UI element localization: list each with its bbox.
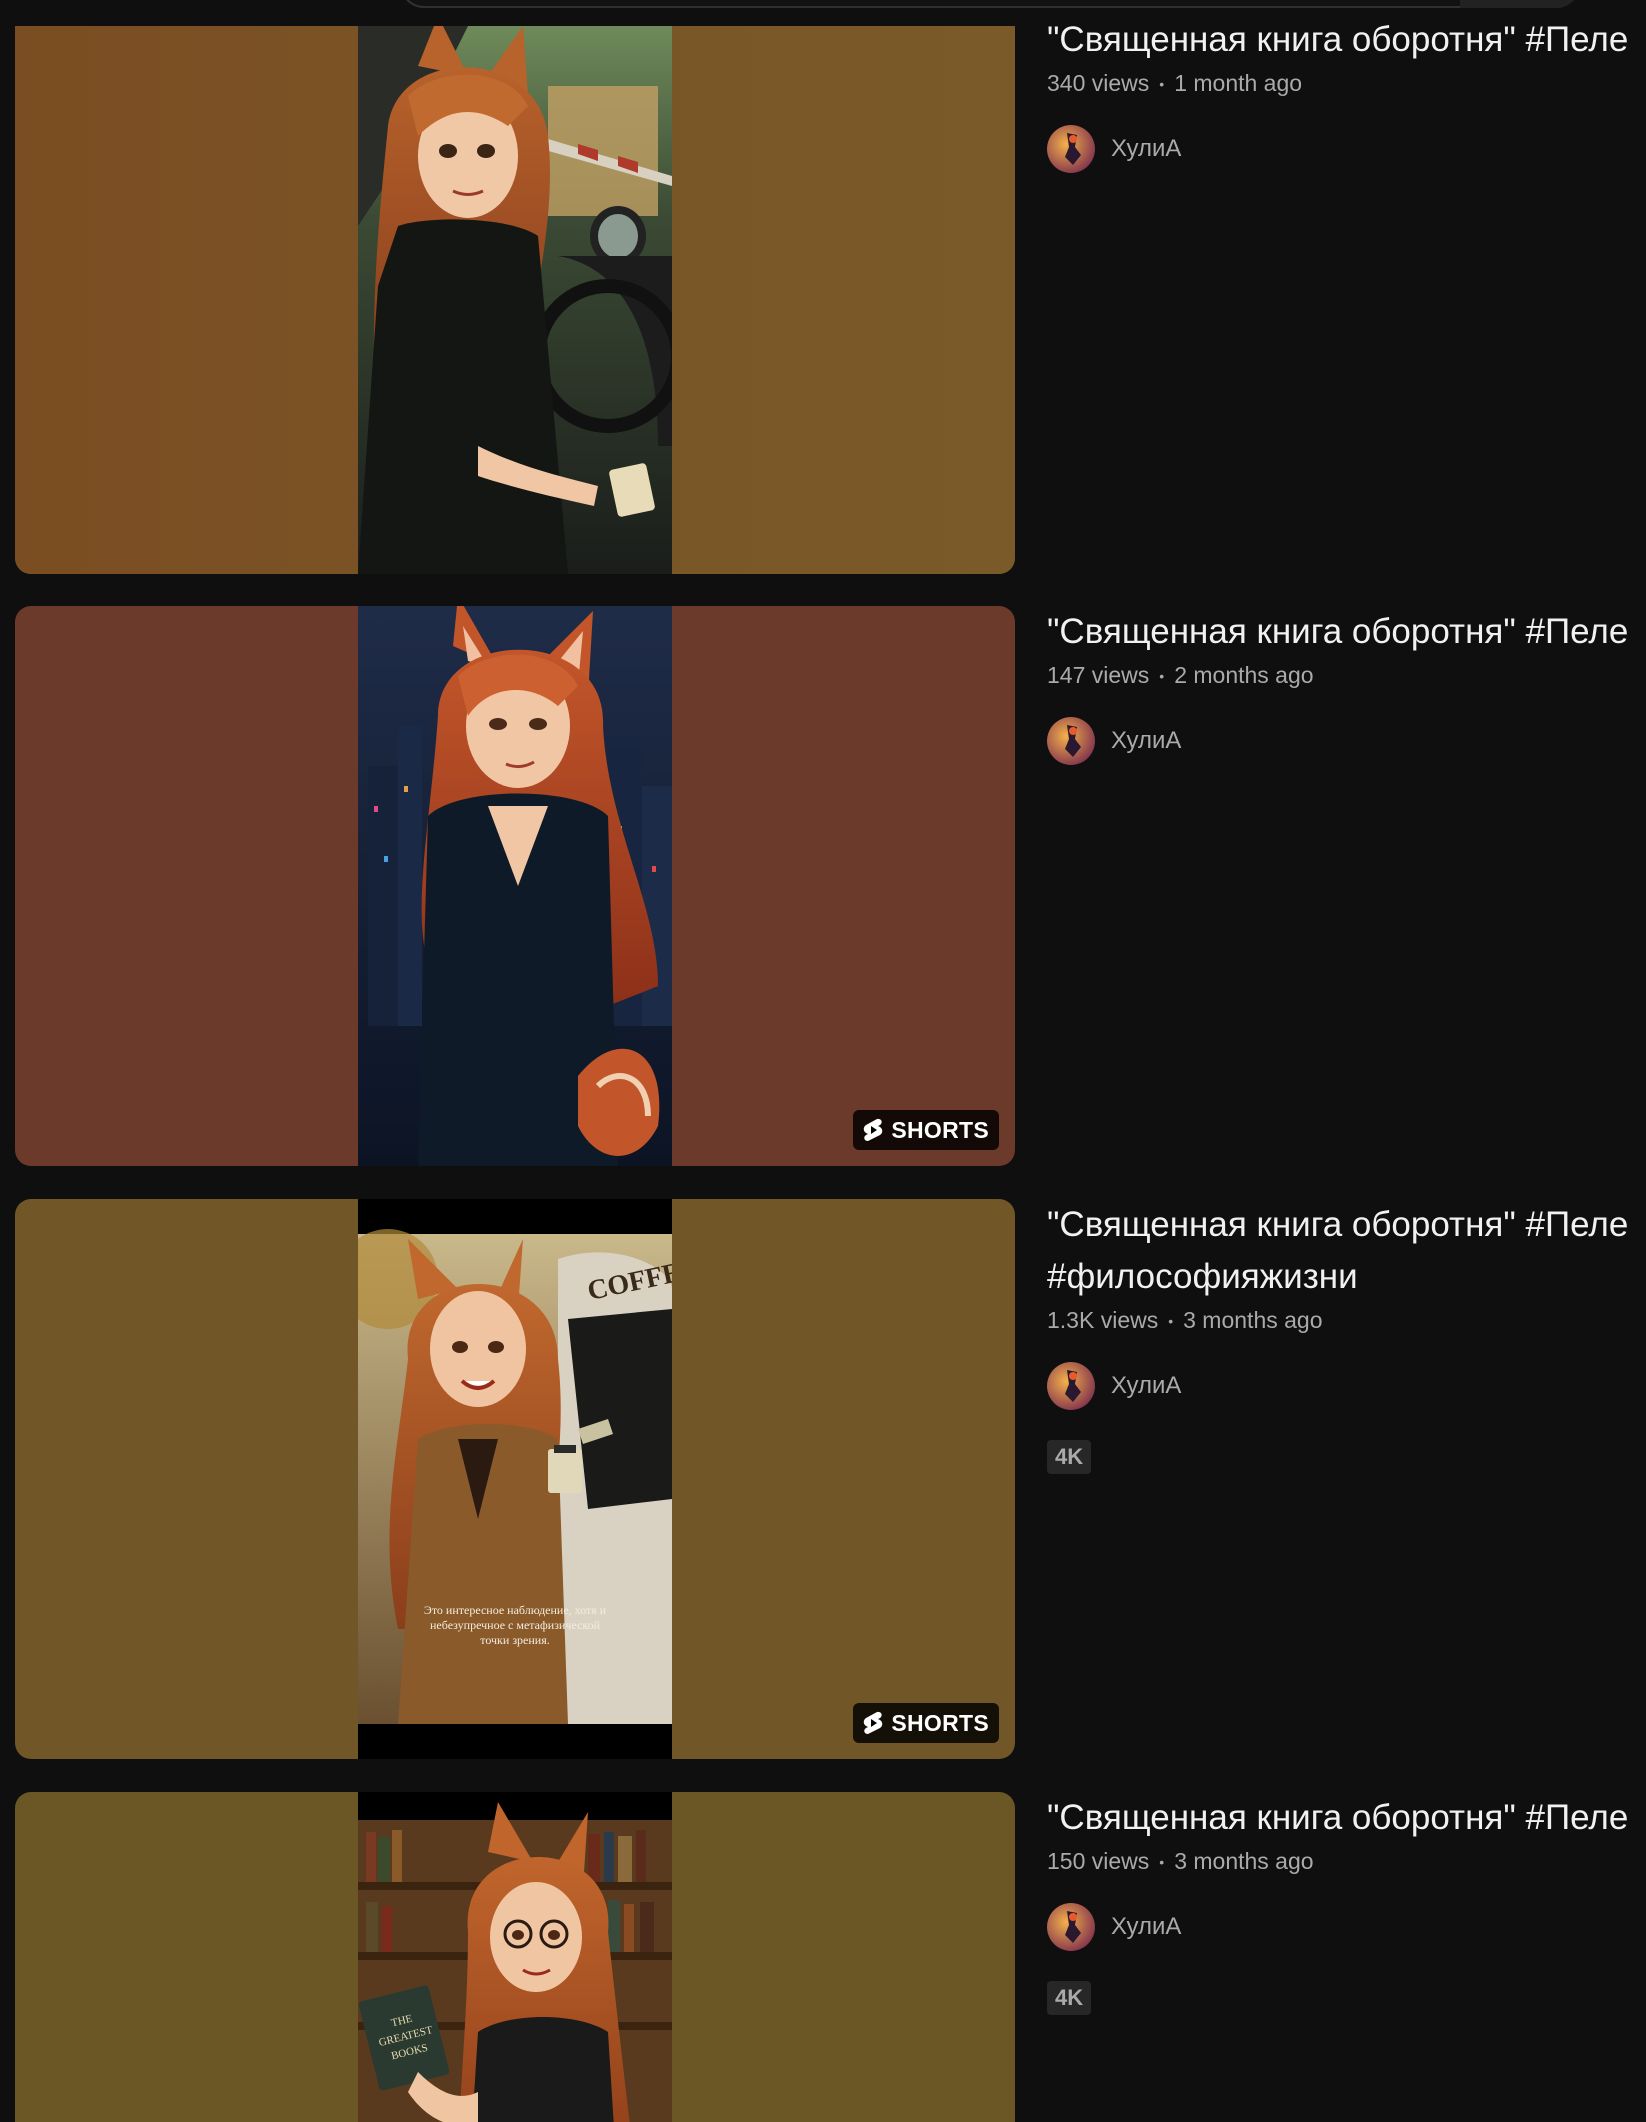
shorts-badge: SHORTS <box>853 1110 999 1150</box>
video-info: "Священная книга оборотня" #Пеле 340 vie… <box>1047 14 1646 173</box>
thumbnail-frame: COFFEE Это интересное наблюдение, хотя и… <box>358 1199 672 1759</box>
search-button-edge[interactable] <box>1460 0 1580 8</box>
video-info: "Священная книга оборотня" #Пеле #филосо… <box>1047 1199 1646 1474</box>
search-results-page: "Священная книга оборотня" #Пеле 340 vie… <box>0 0 1646 2122</box>
channel-name[interactable]: ХулиА <box>1111 727 1181 755</box>
video-title[interactable]: "Священная книга оборотня" #Пеле <box>1047 1792 1646 1844</box>
channel-link[interactable]: ХулиА <box>1047 1362 1646 1410</box>
separator-dot: • <box>1168 1312 1174 1329</box>
video-metadata: 150 views • 3 months ago <box>1047 1848 1646 1875</box>
shorts-badge: SHORTS <box>853 1703 999 1743</box>
shorts-label: SHORTS <box>891 1709 989 1736</box>
upload-age: 2 months ago <box>1174 662 1314 688</box>
video-thumbnail[interactable] <box>15 26 1015 574</box>
shorts-label: SHORTS <box>891 1116 989 1143</box>
video-metadata: 147 views • 2 months ago <box>1047 662 1646 689</box>
subtitle-line-2: небезупречное с метафизической <box>430 1618 601 1632</box>
view-count: 1.3K views <box>1047 1307 1159 1333</box>
thumbnail-frame: THE GREATEST BOOKS <box>358 1792 672 2122</box>
fox-girl-city-night-illustration <box>358 606 672 1166</box>
thumbnail-frame <box>358 606 672 1166</box>
channel-link[interactable]: ХулиА <box>1047 1903 1646 1951</box>
thumbnail-frame <box>358 26 672 574</box>
upload-age: 3 months ago <box>1174 1848 1314 1874</box>
video-metadata: 1.3K views • 3 months ago <box>1047 1307 1646 1334</box>
channel-name[interactable]: ХулиА <box>1111 1372 1181 1400</box>
video-title[interactable]: "Священная книга оборотня" #Пеле <box>1047 14 1646 66</box>
shorts-logo-icon <box>864 1118 883 1141</box>
fox-girl-coffee-truck-illustration: COFFEE Это интересное наблюдение, хотя и… <box>358 1199 672 1759</box>
channel-link[interactable]: ХулиА <box>1047 125 1646 173</box>
channel-link[interactable]: ХулиА <box>1047 717 1646 765</box>
channel-avatar[interactable] <box>1047 717 1095 765</box>
video-title[interactable]: "Священная книга оборотня" #Пеле <box>1047 1199 1646 1251</box>
channel-avatar[interactable] <box>1047 1903 1095 1951</box>
fox-girl-library-illustration: THE GREATEST BOOKS <box>358 1792 672 2122</box>
quality-badge-4k: 4K <box>1047 1981 1092 2015</box>
view-count: 340 views <box>1047 70 1150 96</box>
fox-girl-in-car-illustration <box>358 26 672 574</box>
subtitle-line-1: Это интересное наблюдение, хотя и <box>424 1603 607 1617</box>
channel-name[interactable]: ХулиА <box>1111 1913 1181 1941</box>
quality-badge-4k: 4K <box>1047 1440 1092 1474</box>
video-title-line-2[interactable]: #философияжизни <box>1047 1251 1646 1303</box>
video-thumbnail[interactable]: COFFEE Это интересное наблюдение, хотя и… <box>15 1199 1015 1759</box>
video-metadata: 340 views • 1 month ago <box>1047 70 1646 97</box>
separator-dot: • <box>1159 1853 1165 1870</box>
search-bar-edge[interactable] <box>400 0 1580 8</box>
video-thumbnail[interactable]: SHORTS <box>15 606 1015 1166</box>
view-count: 147 views <box>1047 662 1150 688</box>
channel-name[interactable]: ХулиА <box>1111 135 1181 163</box>
subtitle-line-3: точки зрения. <box>480 1633 550 1647</box>
video-info: "Священная книга оборотня" #Пеле 147 vie… <box>1047 606 1646 765</box>
video-thumbnail[interactable]: THE GREATEST BOOKS <box>15 1792 1015 2122</box>
video-info: "Священная книга оборотня" #Пеле 150 vie… <box>1047 1792 1646 2015</box>
upload-age: 3 months ago <box>1183 1307 1323 1333</box>
channel-avatar[interactable] <box>1047 1362 1095 1410</box>
shorts-logo-icon <box>864 1711 883 1734</box>
upload-age: 1 month ago <box>1174 70 1303 96</box>
separator-dot: • <box>1159 667 1165 684</box>
view-count: 150 views <box>1047 1848 1150 1874</box>
video-title[interactable]: "Священная книга оборотня" #Пеле <box>1047 606 1646 658</box>
separator-dot: • <box>1159 75 1165 92</box>
channel-avatar[interactable] <box>1047 125 1095 173</box>
